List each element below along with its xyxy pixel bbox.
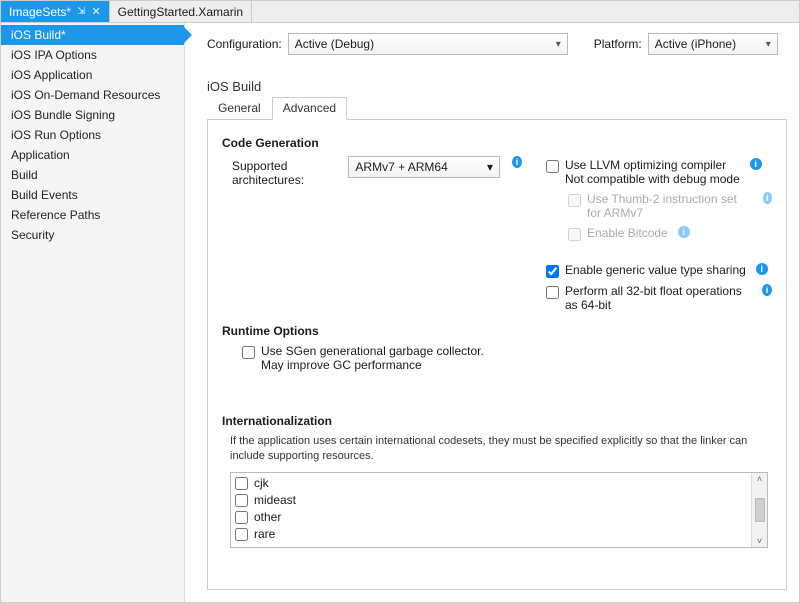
i18n-listbox-inner: cjk mideast other rare [231, 473, 751, 547]
i18n-check-mideast[interactable] [235, 494, 248, 507]
generic-sharing-checkbox-input[interactable] [546, 265, 559, 278]
platform-label: Platform: [594, 37, 642, 51]
scroll-down-icon[interactable]: ˅ [757, 535, 762, 547]
sidebar-item-reference-paths[interactable]: Reference Paths [1, 205, 184, 225]
arch-label: Supported architectures: [232, 156, 340, 187]
i18n-listbox[interactable]: cjk mideast other rare [230, 472, 768, 548]
llvm-checkbox[interactable]: Use LLVM optimizing compiler Not compati… [546, 158, 772, 186]
group-code-generation: Code Generation [222, 136, 772, 150]
scrollbar[interactable]: ˄ ˅ [751, 473, 767, 547]
i18n-item-mideast[interactable]: mideast [235, 492, 747, 509]
platform-value: Active (iPhone) [655, 37, 736, 51]
info-icon[interactable]: i [756, 263, 768, 275]
i18n-check-other[interactable] [235, 511, 248, 524]
info-icon: i [763, 192, 773, 204]
generic-sharing-label: Enable generic value type sharing [565, 263, 746, 277]
group-internationalization: Internationalization [222, 414, 772, 428]
info-icon[interactable]: i [512, 156, 522, 168]
i18n-item-cjk[interactable]: cjk [235, 475, 747, 492]
i18n-label-other: other [254, 510, 281, 524]
bitcode-checkbox: Enable Bitcode i [568, 226, 772, 241]
sidebar-item-ios-bundlesigning[interactable]: iOS Bundle Signing [1, 105, 184, 125]
close-icon[interactable]: ✕ [91, 5, 100, 18]
info-icon[interactable]: i [762, 284, 772, 296]
bitcode-label: Enable Bitcode [587, 226, 668, 240]
sidebar-item-build-events[interactable]: Build Events [1, 185, 184, 205]
thumb2-label: Use Thumb-2 instruction set for ARMv7 [587, 192, 753, 220]
generic-sharing-checkbox[interactable]: Enable generic value type sharing i [546, 263, 772, 278]
advanced-panel: Code Generation Supported architectures:… [207, 120, 787, 590]
sidebar-item-ios-build[interactable]: iOS Build* [1, 25, 184, 45]
i18n-label-mideast: mideast [254, 493, 296, 507]
info-icon[interactable]: i [750, 158, 762, 170]
i18n-label-rare: rare [254, 527, 275, 541]
i18n-item-other[interactable]: other [235, 509, 747, 526]
sgen-label: Use SGen generational garbage collector.… [261, 344, 484, 372]
doc-tab-label: GettingStarted.Xamarin [118, 5, 243, 19]
configuration-value: Active (Debug) [295, 37, 374, 51]
i18n-check-cjk[interactable] [235, 477, 248, 490]
arch-value: ARMv7 + ARM64 [355, 160, 447, 174]
subtab-advanced[interactable]: Advanced [272, 97, 347, 120]
sidebar-item-ios-ipa[interactable]: iOS IPA Options [1, 45, 184, 65]
body: iOS Build* iOS IPA Options iOS Applicati… [1, 23, 799, 602]
float64-checkbox-input[interactable] [546, 286, 559, 299]
group-runtime-options: Runtime Options [222, 324, 772, 338]
document-tab-strip: ImageSets* ⇲ ✕ GettingStarted.Xamarin [1, 1, 799, 23]
llvm-checkbox-input[interactable] [546, 160, 559, 173]
platform-dropdown[interactable]: Active (iPhone) ▾ [648, 33, 778, 55]
sgen-checkbox-input[interactable] [242, 346, 255, 359]
main-content: Configuration: Active (Debug) ▾ Platform… [185, 23, 799, 602]
page-title: iOS Build [185, 61, 799, 96]
configuration-dropdown[interactable]: Active (Debug) ▾ [288, 33, 568, 55]
i18n-label-cjk: cjk [254, 476, 269, 490]
scroll-up-icon[interactable]: ˄ [757, 473, 762, 485]
sidebar-item-ios-runoptions[interactable]: iOS Run Options [1, 125, 184, 145]
project-properties-window: ImageSets* ⇲ ✕ GettingStarted.Xamarin iO… [0, 0, 800, 603]
thumb2-checkbox-input [568, 194, 581, 207]
configuration-label: Configuration: [207, 37, 282, 51]
doc-tab-imagesets[interactable]: ImageSets* ⇲ ✕ [1, 1, 110, 22]
chevron-down-icon: ▾ [487, 160, 493, 174]
subtab-strip: General Advanced [207, 96, 787, 120]
thumb2-checkbox: Use Thumb-2 instruction set for ARMv7 i [568, 192, 772, 220]
float64-checkbox[interactable]: Perform all 32-bit float operations as 6… [546, 284, 772, 312]
llvm-label: Use LLVM optimizing compiler Not compati… [565, 158, 740, 186]
subtab-general[interactable]: General [207, 97, 272, 120]
chevron-down-icon: ▾ [556, 39, 561, 50]
i18n-check-rare[interactable] [235, 528, 248, 541]
bitcode-checkbox-input [568, 228, 581, 241]
properties-sidebar: iOS Build* iOS IPA Options iOS Applicati… [1, 23, 185, 602]
sidebar-item-security[interactable]: Security [1, 225, 184, 245]
sidebar-item-application[interactable]: Application [1, 145, 184, 165]
sidebar-item-ios-application[interactable]: iOS Application [1, 65, 184, 85]
doc-tab-gettingstarted[interactable]: GettingStarted.Xamarin [110, 1, 252, 22]
architectures-dropdown[interactable]: ARMv7 + ARM64 ▾ [348, 156, 500, 178]
pin-icon[interactable]: ⇲ [77, 6, 85, 17]
sidebar-item-build[interactable]: Build [1, 165, 184, 185]
scroll-thumb[interactable] [755, 498, 765, 522]
i18n-description: If the application uses certain internat… [230, 434, 772, 464]
config-toolbar: Configuration: Active (Debug) ▾ Platform… [185, 23, 799, 61]
sidebar-item-ios-ondemand[interactable]: iOS On-Demand Resources [1, 85, 184, 105]
chevron-down-icon: ▾ [766, 39, 771, 50]
float64-label: Perform all 32-bit float operations as 6… [565, 284, 752, 312]
sgen-checkbox[interactable]: Use SGen generational garbage collector.… [242, 344, 772, 372]
info-icon: i [678, 226, 690, 238]
doc-tab-label: ImageSets* [9, 5, 71, 19]
i18n-item-rare[interactable]: rare [235, 526, 747, 543]
